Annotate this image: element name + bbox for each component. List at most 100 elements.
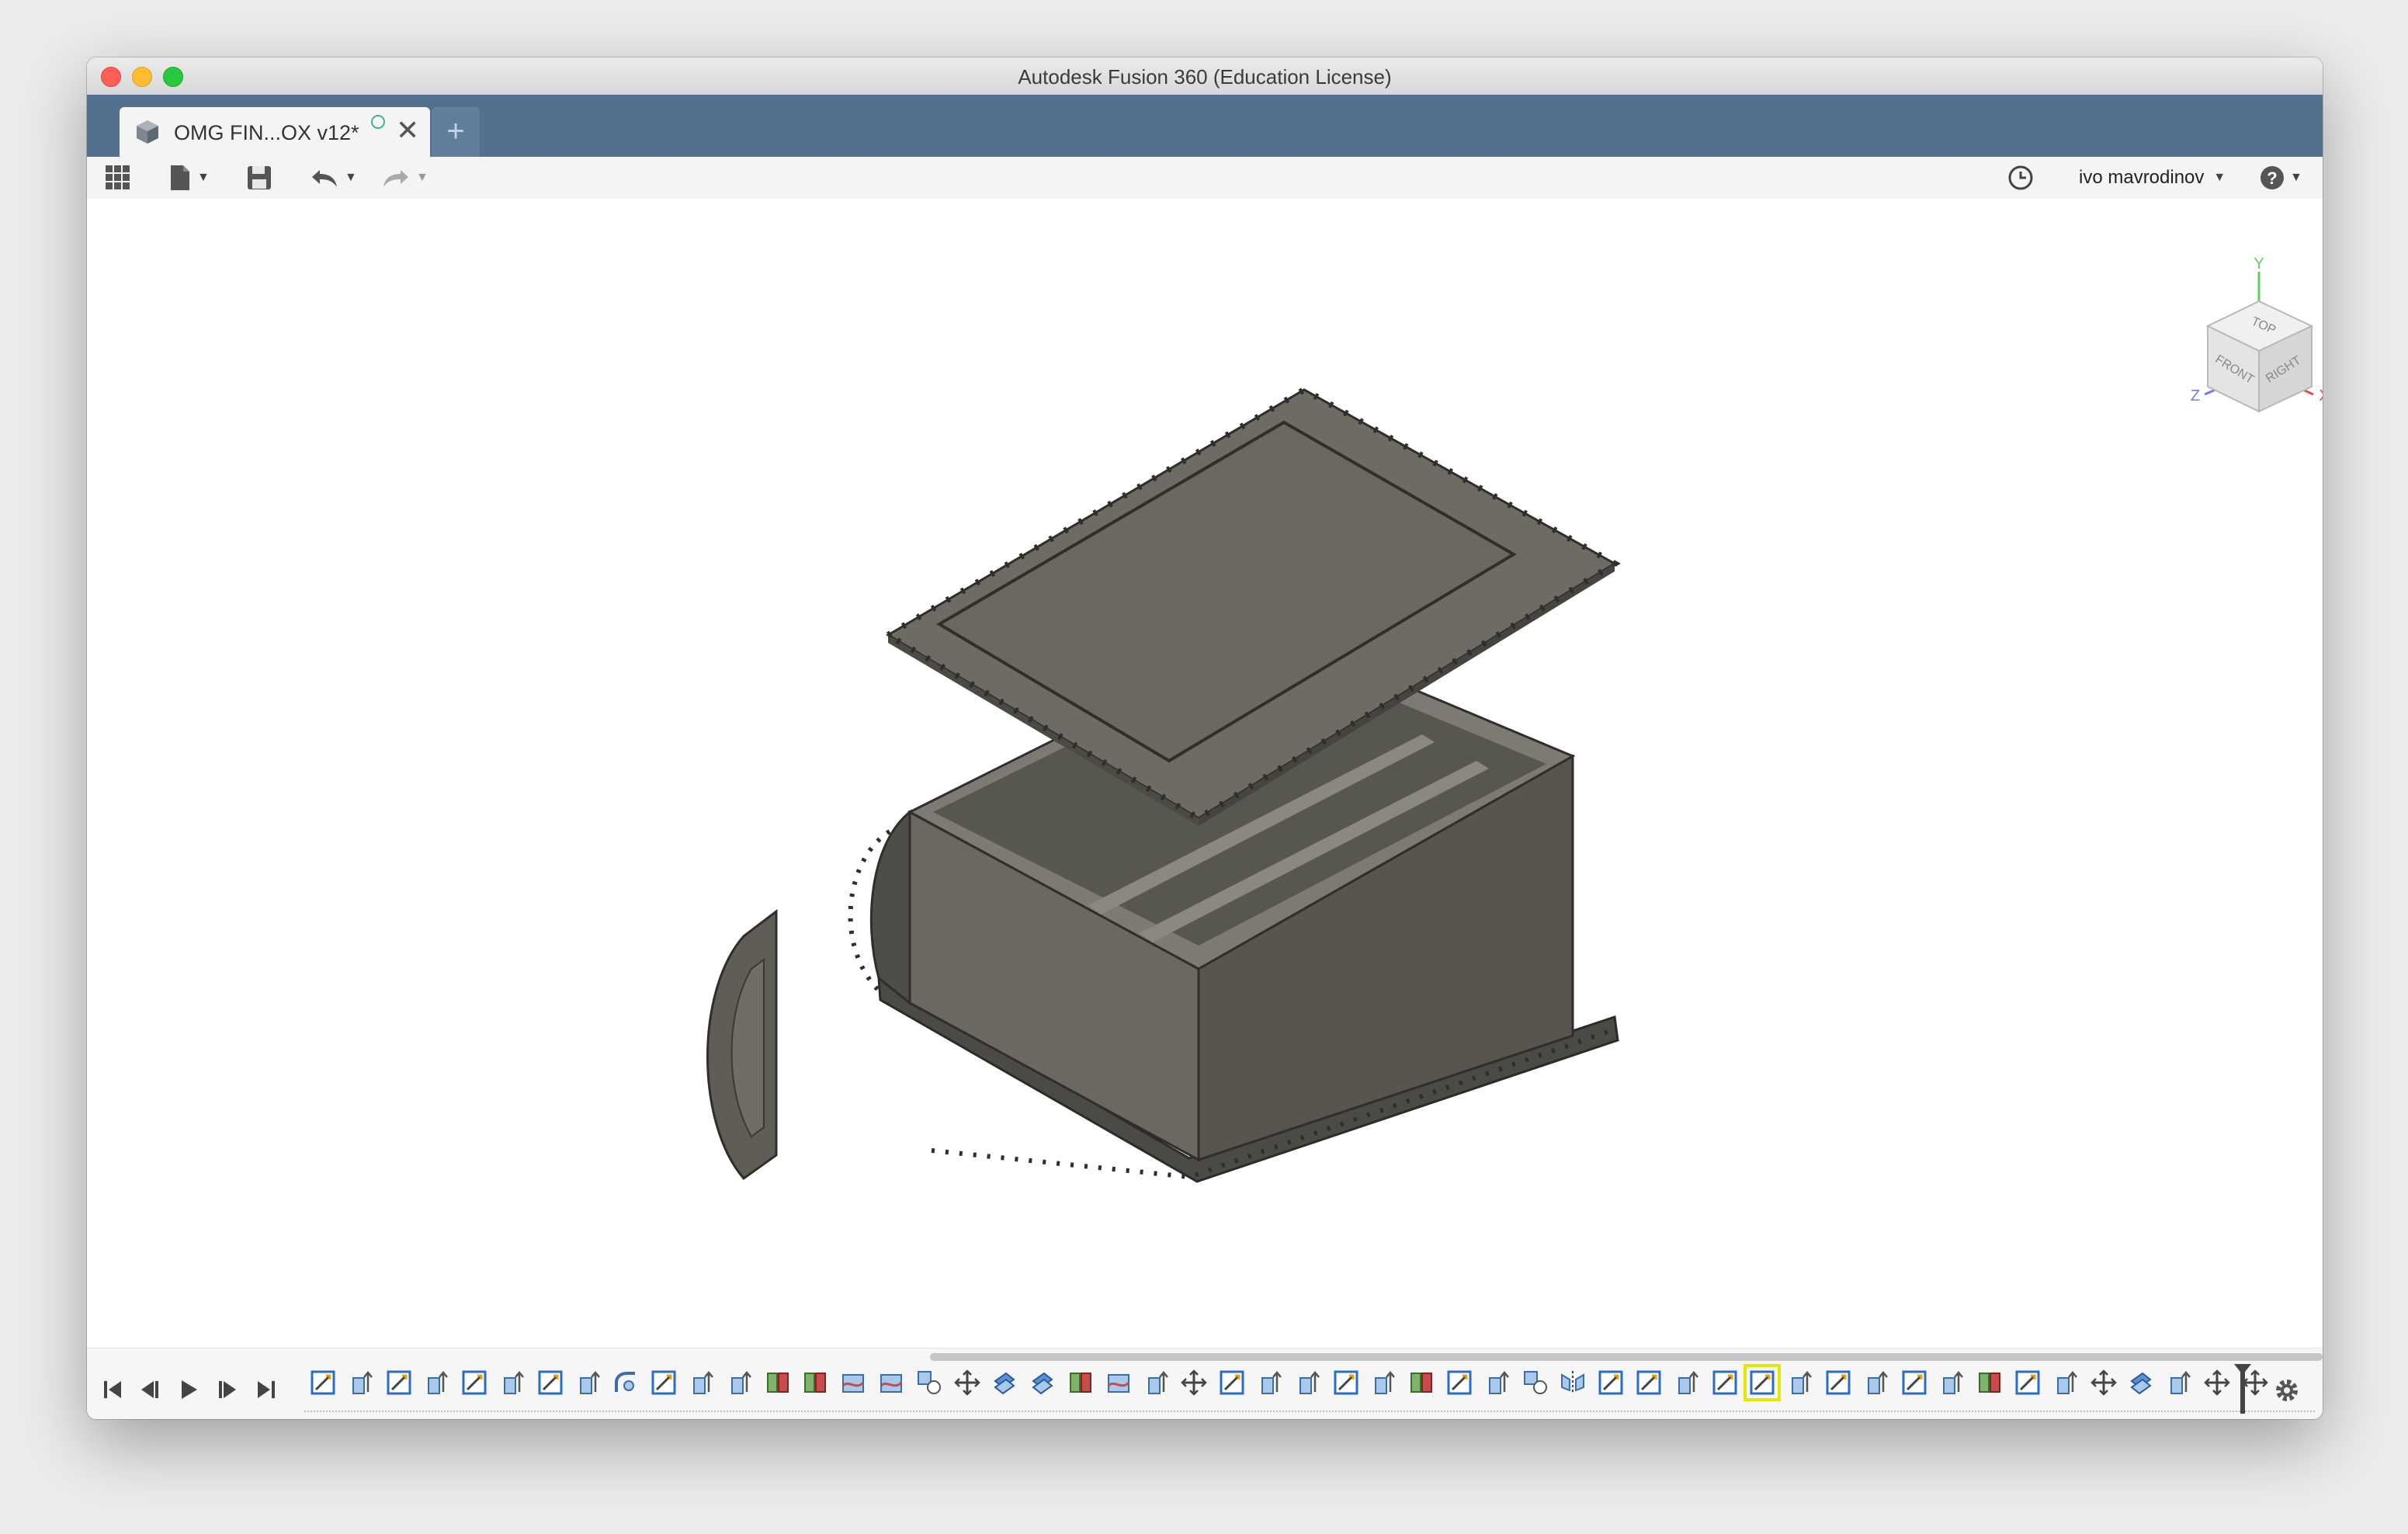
timeline-feature-sketch-icon[interactable]	[536, 1369, 564, 1397]
timeline-feature-sketch-icon[interactable]	[650, 1369, 678, 1397]
timeline-feature-sketch-icon[interactable]	[1711, 1369, 1739, 1397]
timeline-feature-move-icon[interactable]	[953, 1369, 981, 1397]
timeline-feature-extrude-icon[interactable]	[1483, 1369, 1511, 1397]
timeline-marker[interactable]	[2240, 1367, 2245, 1414]
timeline-feature-extrude-icon[interactable]	[726, 1369, 754, 1397]
clock-icon	[2008, 165, 2033, 190]
timeline-feature-extrude-icon[interactable]	[1938, 1369, 1966, 1397]
timeline-feature-extrude-icon[interactable]	[1673, 1369, 1701, 1397]
timeline-feature-move-icon[interactable]	[1180, 1369, 1208, 1397]
timeline-feature-sketch-icon[interactable]	[2014, 1369, 2042, 1397]
redo-icon	[383, 170, 408, 187]
window-title: Autodesk Fusion 360 (Education License)	[1018, 65, 1392, 88]
timeline-feature-sketch-icon[interactable]	[460, 1369, 488, 1397]
x-axis-label: X	[2319, 387, 2323, 404]
timeline-feature-move-icon[interactable]	[2241, 1369, 2269, 1397]
chevron-down-icon: ▼	[2290, 171, 2302, 184]
timeline-feature-shell-icon[interactable]	[1105, 1369, 1133, 1397]
undo-icon	[312, 170, 337, 187]
go-to-end-button[interactable]	[253, 1376, 279, 1403]
timeline-feature-offset-icon[interactable]	[1029, 1369, 1057, 1397]
z-axis-label: Z	[2191, 387, 2200, 404]
chevron-down-icon: ▼	[197, 171, 210, 184]
timeline-feature-extrude-icon[interactable]	[1862, 1369, 1890, 1397]
chevron-down-icon: ▼	[416, 171, 429, 184]
app-window: Autodesk Fusion 360 (Education License) …	[87, 57, 2323, 1419]
step-forward-button[interactable]	[214, 1376, 241, 1403]
timeline-feature-extrude-icon[interactable]	[2165, 1369, 2193, 1397]
file-icon	[171, 165, 189, 190]
timeline-track	[304, 1411, 2315, 1414]
play-button[interactable]	[175, 1376, 202, 1403]
go-to-start-button[interactable]	[99, 1376, 126, 1403]
undo-button[interactable]: ▼	[309, 163, 357, 193]
timeline-feature-sketch-icon[interactable]	[309, 1369, 337, 1397]
job-status-button[interactable]	[2007, 163, 2034, 193]
timeline-feature-sketch-icon[interactable]	[1744, 1364, 1782, 1401]
timeline-settings-gear-icon[interactable]	[2273, 1376, 2301, 1404]
timeline-feature-extrude-icon[interactable]	[1294, 1369, 1322, 1397]
timeline-feature-extrude-icon[interactable]	[574, 1369, 602, 1397]
title-bar: Autodesk Fusion 360 (Education License)	[87, 57, 2323, 95]
timeline-feature-sketch-icon[interactable]	[1597, 1369, 1625, 1397]
timeline-feature-sketch-icon[interactable]	[1824, 1369, 1852, 1397]
timeline-feature-extrude-icon[interactable]	[1256, 1369, 1284, 1397]
view-cube[interactable]: TOP FRONT RIGHT Y Z X	[2144, 256, 2323, 435]
timeline-feature-extrude-icon[interactable]	[688, 1369, 716, 1397]
timeline-feature-extrude-icon[interactable]	[2052, 1369, 2080, 1397]
user-account-menu[interactable]: ivo mavrodinov ▼	[2079, 163, 2226, 193]
help-menu-button[interactable]: ? ▼	[2259, 163, 2302, 193]
timeline-feature-sketch-icon[interactable]	[1635, 1369, 1663, 1397]
document-tab[interactable]: OMG FIN...OX v12* ✕	[120, 107, 430, 157]
timeline-feature-move-icon[interactable]	[2090, 1369, 2118, 1397]
data-panel-button[interactable]	[104, 163, 132, 193]
timeline-feature-split-icon[interactable]	[1067, 1369, 1095, 1397]
file-menu-button[interactable]: ▼	[168, 163, 210, 193]
redo-button[interactable]: ▼	[380, 163, 429, 193]
timeline-feature-extrude-icon[interactable]	[422, 1369, 450, 1397]
new-tab-button[interactable]: +	[432, 107, 480, 157]
timeline-feature-combine-icon[interactable]	[1521, 1369, 1549, 1397]
timeline-feature-sketch-icon[interactable]	[1445, 1369, 1473, 1397]
quick-access-toolbar: ▼ ▼ ▼ ivo mavrodinov ▼ ? ▼	[87, 157, 2323, 199]
chevron-down-icon: ▼	[2213, 171, 2226, 184]
3d-canvas[interactable]: TOP FRONT RIGHT Y Z X	[87, 199, 2323, 1348]
save-button[interactable]	[245, 163, 273, 193]
timeline-feature-split-icon[interactable]	[1407, 1369, 1435, 1397]
timeline-feature-extrude-icon[interactable]	[347, 1369, 375, 1397]
timeline-feature-shell-icon[interactable]	[877, 1369, 905, 1397]
save-icon	[248, 166, 271, 189]
timeline-feature-offset-icon[interactable]	[2127, 1369, 2155, 1397]
user-name: ivo mavrodinov	[2079, 167, 2205, 188]
timeline-feature-sketch-icon[interactable]	[1218, 1369, 1246, 1397]
document-tab-label: OMG FIN...OX v12*	[174, 121, 359, 144]
timeline-feature-split-icon[interactable]	[764, 1369, 792, 1397]
timeline-feature-mirror-icon[interactable]	[1559, 1369, 1587, 1397]
step-back-button[interactable]	[137, 1376, 163, 1403]
box-model-render	[706, 386, 1621, 1183]
timeline-feature-extrude-icon[interactable]	[1369, 1369, 1397, 1397]
door-part[interactable]	[706, 908, 778, 1181]
timeline-scrollbar[interactable]	[930, 1353, 2323, 1361]
svg-text:?: ?	[2267, 168, 2277, 188]
help-icon: ?	[2261, 166, 2284, 189]
timeline-feature-sketch-icon[interactable]	[1332, 1369, 1360, 1397]
timeline-feature-move-icon[interactable]	[2203, 1369, 2231, 1397]
timeline-features	[309, 1364, 2288, 1403]
timeline-feature-extrude-icon[interactable]	[1143, 1369, 1171, 1397]
y-axis-label: Y	[2254, 256, 2264, 272]
timeline-feature-fillet-icon[interactable]	[612, 1369, 640, 1397]
timeline-feature-split-icon[interactable]	[801, 1369, 829, 1397]
grid-apps-icon	[106, 165, 130, 189]
timeline-feature-extrude-icon[interactable]	[1786, 1369, 1814, 1397]
document-tab-bar: OMG FIN...OX v12* ✕ +	[87, 95, 2323, 157]
timeline-feature-sketch-icon[interactable]	[1900, 1369, 1928, 1397]
timeline-feature-split-icon[interactable]	[1976, 1369, 2004, 1397]
timeline-feature-shell-icon[interactable]	[839, 1369, 867, 1397]
timeline-feature-sketch-icon[interactable]	[385, 1369, 413, 1397]
close-tab-icon[interactable]: ✕	[396, 116, 419, 144]
timeline-feature-offset-icon[interactable]	[991, 1369, 1018, 1397]
timeline-feature-extrude-icon[interactable]	[498, 1369, 526, 1397]
timeline-feature-combine-icon[interactable]	[915, 1369, 943, 1397]
design-document-icon	[137, 120, 158, 144]
